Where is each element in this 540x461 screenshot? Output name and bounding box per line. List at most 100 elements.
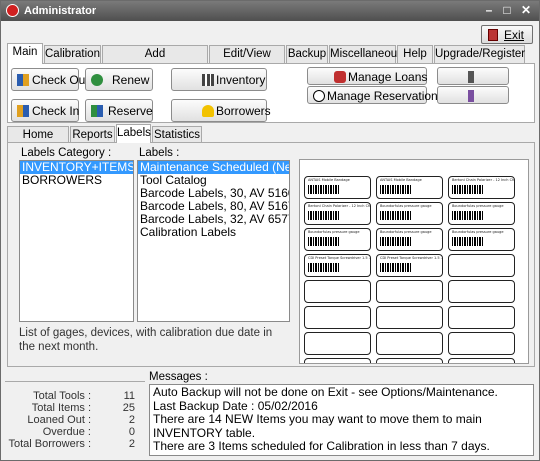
barcode-icon bbox=[452, 185, 484, 194]
borrowers-label: Borrowers bbox=[216, 104, 271, 118]
sheet-label-text: Boundorfulas pressure gauge bbox=[452, 204, 504, 208]
stat-total-tools: Total Tools : 11 bbox=[5, 390, 141, 402]
title-bar: Administrator – □ ✕ bbox=[1, 1, 539, 21]
inventory-icon bbox=[202, 74, 214, 86]
barcode-icon bbox=[380, 211, 412, 220]
label-sheet: ANTAIS Mobile Bandage ANTAIS Mobile Banda… bbox=[302, 162, 528, 363]
sheet-label bbox=[304, 358, 371, 363]
sheet-label-text: CDI Preset Torque Screwdriver 1.5 - 15 i… bbox=[308, 256, 370, 260]
manage-loans-icon bbox=[334, 71, 346, 83]
sheet-label-text: Bertoni Chain Polarizer - 12 Inch Chain bbox=[452, 178, 514, 182]
stat-label: Total Items : bbox=[31, 402, 91, 414]
sheet-label-text: ANTAIS Mobile Bandage bbox=[308, 178, 350, 182]
sheet-label-text: Boundorfulas pressure gauge bbox=[380, 204, 432, 208]
label-item[interactable]: Calibration Labels bbox=[138, 226, 289, 239]
check-in-icon bbox=[17, 105, 29, 117]
labels-list[interactable]: Maintenance Scheduled (Next M Tool Catal… bbox=[137, 160, 290, 322]
manage-loans-button[interactable]: Manage Loans bbox=[307, 67, 427, 85]
barcode-icon bbox=[452, 211, 484, 220]
tab-edit-view-table[interactable]: Edit/View Table bbox=[209, 45, 285, 77]
exit-button[interactable]: Exit bbox=[481, 25, 533, 44]
stat-label: Total Borrowers : bbox=[8, 438, 91, 450]
tool-button-1[interactable] bbox=[437, 67, 509, 85]
barcode-icon bbox=[380, 185, 412, 194]
barcode-icon bbox=[308, 237, 340, 246]
sheet-label: CDI Preset Torque Screwdriver 1.5 - 15 i… bbox=[376, 254, 443, 277]
messages-box[interactable]: Auto Backup will not be done on Exit - s… bbox=[149, 384, 534, 456]
sheet-label-text: ANTAIS Mobile Bandage bbox=[380, 178, 422, 182]
reserve-button[interactable]: Reserve bbox=[85, 99, 153, 122]
tab-miscellaneous[interactable]: Miscellaneous bbox=[329, 45, 403, 63]
messages-title: Messages : bbox=[149, 371, 208, 383]
labels-header: Labels : bbox=[139, 147, 180, 159]
sheet-label bbox=[448, 306, 515, 329]
sheet-label-text: Boundorfulas pressure gauge bbox=[308, 230, 360, 234]
inventory-label: Inventory bbox=[216, 73, 266, 87]
tab-labels[interactable]: Labels bbox=[116, 124, 151, 143]
app-window: Administrator – □ ✕ Exit Main Calibratio… bbox=[0, 0, 540, 461]
maximize-icon[interactable]: □ bbox=[499, 3, 515, 18]
reserve-icon bbox=[91, 105, 103, 117]
renew-icon bbox=[91, 74, 103, 86]
message-line: Last Backup Date : 05/02/2016 bbox=[153, 398, 318, 413]
exit-label: Exit bbox=[504, 28, 525, 42]
inventory-button[interactable]: Inventory bbox=[171, 68, 267, 91]
sheet-label: Boundorfulas pressure gauge bbox=[448, 202, 515, 225]
message-line: There are 3 Items scheduled for Calibrat… bbox=[153, 439, 490, 453]
tab-home-page[interactable]: Home Page bbox=[7, 126, 69, 157]
check-out-icon bbox=[17, 74, 29, 86]
sheet-label bbox=[448, 358, 515, 363]
report-icon bbox=[468, 90, 474, 102]
sheet-label bbox=[376, 332, 443, 355]
window-title: Administrator bbox=[24, 5, 97, 17]
tab-statistics[interactable]: Statistics bbox=[152, 126, 202, 143]
stats-panel: Total Tools : 11 Total Items : 25 Loaned… bbox=[5, 381, 145, 457]
sheet-label: Boundorfulas pressure gauge bbox=[376, 228, 443, 251]
barcode-icon bbox=[308, 263, 340, 272]
tab-backup[interactable]: Backup bbox=[286, 45, 328, 63]
check-in-button[interactable]: Check In bbox=[11, 99, 79, 122]
sheet-label bbox=[448, 280, 515, 303]
sheet-label: Bertoni Chain Polarizer - 12 Inch Chain bbox=[448, 176, 515, 199]
sheet-label-text: CDI Preset Torque Screwdriver 1.5 - 15 i… bbox=[380, 256, 442, 260]
tab-help[interactable]: Help bbox=[397, 45, 433, 63]
tab-main[interactable]: Main bbox=[7, 43, 43, 64]
tool-button-2[interactable] bbox=[437, 86, 509, 104]
stat-total-items: Total Items : 25 bbox=[5, 402, 141, 414]
sheet-label: Boundorfulas pressure gauge bbox=[304, 228, 371, 251]
sheet-label bbox=[304, 280, 371, 303]
borrowers-button[interactable]: Borrowers bbox=[171, 99, 271, 122]
label-description: List of gages, devices, with calibration… bbox=[19, 327, 273, 353]
sheet-label bbox=[304, 332, 371, 355]
labels-category-list[interactable]: INVENTORY+ITEMS BORROWERS bbox=[19, 160, 134, 322]
sheet-label-text: Boundorfulas pressure gauge bbox=[452, 230, 504, 234]
manage-reservations-button[interactable]: Manage Reservations bbox=[307, 86, 444, 104]
renew-button[interactable]: Renew bbox=[85, 68, 153, 91]
app-icon bbox=[6, 4, 19, 17]
tab-calibration[interactable]: Calibration bbox=[44, 45, 101, 63]
stat-value: 2 bbox=[128, 414, 135, 426]
minimize-icon[interactable]: – bbox=[481, 3, 497, 18]
barcode-icon bbox=[380, 263, 412, 272]
tab-upgrade-register[interactable]: Upgrade/Register bbox=[434, 45, 525, 63]
stat-label: Loaned Out : bbox=[27, 414, 91, 426]
close-icon[interactable]: ✕ bbox=[518, 3, 534, 18]
check-out-button[interactable]: Check Out bbox=[11, 68, 89, 91]
renew-label: Renew bbox=[112, 73, 150, 87]
reserve-label: Reserve bbox=[108, 104, 153, 118]
sheet-label bbox=[448, 332, 515, 355]
sheet-label bbox=[448, 254, 515, 277]
stat-loaned-out: Loaned Out : 2 bbox=[5, 414, 141, 426]
exit-door-icon bbox=[488, 29, 498, 41]
sheet-label: CDI Preset Torque Screwdriver 1.5 - 15 i… bbox=[304, 254, 371, 277]
labels-category-header: Labels Category : bbox=[21, 147, 112, 159]
barcode-icon bbox=[452, 237, 484, 246]
tab-add-items-borrowers[interactable]: Add Items/Borrowers bbox=[102, 45, 208, 77]
wrench-icon bbox=[468, 71, 474, 83]
check-out-label: Check Out bbox=[32, 73, 89, 87]
category-item[interactable]: BORROWERS bbox=[20, 174, 133, 187]
sheet-label-text: Boundorfulas pressure gauge bbox=[380, 230, 432, 234]
stat-value: 0 bbox=[128, 426, 135, 438]
tab-reports[interactable]: Reports bbox=[70, 126, 115, 143]
borrowers-icon bbox=[202, 105, 214, 117]
